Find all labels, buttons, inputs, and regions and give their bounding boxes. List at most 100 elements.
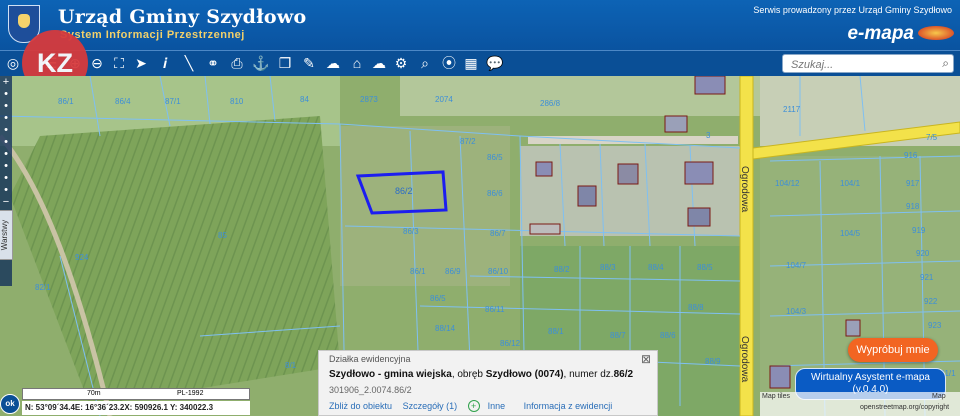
ok-button[interactable]: ok xyxy=(0,394,20,414)
parcel-label: 86/10 xyxy=(488,267,509,276)
search-map-icon[interactable]: ⌕ xyxy=(416,54,434,72)
zoom-level-dot[interactable]: • xyxy=(0,172,12,184)
parcel-label: 104/3 xyxy=(786,307,807,316)
parcel-label: 2873 xyxy=(360,95,378,104)
settings-icon[interactable]: ⚙ xyxy=(392,54,410,72)
popup-district: Szydłowo (0074) xyxy=(485,369,564,380)
map-attribution: Map tiles Map openstreetmap.org/copyrigh… xyxy=(760,392,960,416)
coordinates-readout: N: 53°09´34.4E: 16°36´23.2X: 590926.1 Y:… xyxy=(22,401,250,415)
parcel-label: 86/4 xyxy=(115,97,131,106)
parcel-label: 104/1 xyxy=(840,179,861,188)
zoom-level-dot[interactable]: • xyxy=(0,100,12,112)
parcel-label: 86/2 xyxy=(395,186,413,196)
parcel-label: 917 xyxy=(906,179,920,188)
register-info-link[interactable]: Informacja z ewidencji xyxy=(524,401,613,411)
parcel-label: 916 xyxy=(904,151,918,160)
search-icon[interactable]: ⌕ xyxy=(942,56,949,71)
print-icon[interactable]: ⎙ xyxy=(228,54,246,72)
globe-icon[interactable]: ◎ xyxy=(4,54,22,72)
scale-bar: 70m PL-1992 xyxy=(22,388,250,400)
parcel-label: 88/4 xyxy=(648,263,664,272)
parcel-label: 86/5 xyxy=(487,153,503,162)
popup-district-prefix: , obręb xyxy=(451,369,486,380)
try-me-button[interactable]: Wypróbuj mnie xyxy=(848,338,938,362)
info-icon[interactable]: 𝒊 xyxy=(156,54,174,72)
field-center xyxy=(340,126,510,286)
chat-icon[interactable]: 💬 xyxy=(486,54,504,72)
copy-icon[interactable]: ❐ xyxy=(276,54,294,72)
comment-icon[interactable]: ☁ xyxy=(324,54,342,72)
attribution-link[interactable]: openstreetmap.org/copyright xyxy=(860,404,949,411)
parcel-label: 923 xyxy=(928,321,942,330)
parcel-label: 86/12 xyxy=(500,339,521,348)
popup-links: Zbliż do obiektu Szczegóły (1) + Inne Inf… xyxy=(329,400,620,412)
parcel-label: 104/12 xyxy=(775,179,800,188)
popup-number-prefix: , numer dz. xyxy=(563,369,614,380)
parcel-label: 85 xyxy=(218,231,227,240)
parcel-label: 82/1 xyxy=(35,283,51,292)
layers-tab[interactable]: Warstwy xyxy=(0,210,13,260)
zoom-to-object-link[interactable]: Zbliż do obiektu xyxy=(329,401,392,411)
parcel-label: 810 xyxy=(230,97,244,106)
parcel-label: 104/5 xyxy=(840,229,861,238)
edit-icon[interactable]: ✎ xyxy=(300,54,318,72)
zoom-level-dot[interactable]: • xyxy=(0,184,12,196)
zoom-level-dot[interactable]: • xyxy=(0,136,12,148)
cloud-icon[interactable]: ⌂ xyxy=(348,54,366,72)
toolbar: ◎ ☰ ⊕ ⊖ ⛶ ➤ 𝒊 ╲ ⚭ ⎙ ⚓ ❐ ✎ ☁ ⌂ ☁ ⚙ ⌕ ⦿ ▦ … xyxy=(0,50,960,77)
close-icon[interactable]: ⊠ xyxy=(641,352,651,366)
parcel-label: 87/2 xyxy=(460,137,476,146)
parcel-label: 86/11 xyxy=(485,305,505,314)
parcel-label: 88/2 xyxy=(554,265,570,274)
app-title: Urząd Gminy Szydłowo xyxy=(58,6,307,28)
zoom-level-dot[interactable]: • xyxy=(0,112,12,124)
parcel-label: 88/5 xyxy=(697,263,713,272)
parcel-label: 84 xyxy=(300,95,309,104)
other-link[interactable]: + Inne xyxy=(467,400,514,412)
emapa-brand: e-mapa xyxy=(847,23,914,44)
attribution-map: Map xyxy=(932,393,946,400)
crs-label: PL-1992 xyxy=(177,390,204,397)
zoom-out-icon[interactable]: ⊖ xyxy=(88,54,106,72)
legend-icon[interactable]: ▦ xyxy=(462,54,480,72)
search-box[interactable]: ⌕ xyxy=(782,54,954,73)
other-link-label: Inne xyxy=(487,401,506,411)
details-link[interactable]: Szczegóły (1) xyxy=(403,401,458,411)
parcel-label: 920 xyxy=(916,249,930,258)
parcel-label: 286/8 xyxy=(540,99,561,108)
pointer-icon[interactable]: ➤ xyxy=(132,54,150,72)
zoom-plus-button[interactable]: + xyxy=(0,76,12,88)
parcel-label: 86/1 xyxy=(58,97,74,106)
measure-distance-icon[interactable]: ╲ xyxy=(180,54,198,72)
parcel-label: 3 xyxy=(706,131,711,140)
parcel-label: 7/5 xyxy=(926,133,938,142)
marker-icon[interactable]: ⦿ xyxy=(440,54,458,72)
scale-label: 70m xyxy=(87,390,101,397)
popup-description: Szydłowo - gmina wiejska, obręb Szydłowo… xyxy=(329,369,633,380)
parcel-label: 2074 xyxy=(435,95,453,104)
zoom-level-dot[interactable]: • xyxy=(0,160,12,172)
parcel-label: 86/9 xyxy=(445,267,461,276)
parcel-label: 921 xyxy=(920,273,934,282)
zoom-minus-button[interactable]: − xyxy=(0,196,12,208)
search-input[interactable] xyxy=(789,56,933,73)
zoom-level-dot[interactable]: • xyxy=(0,88,12,100)
parcel-label: 86/7 xyxy=(490,229,506,238)
zoom-level-dot[interactable]: • xyxy=(0,148,12,160)
parcel-popup: Działka ewidencyjna ⊠ Szydłowo - gmina w… xyxy=(318,350,658,416)
parcel-label: 88/3 xyxy=(600,263,616,272)
zoom-extent-icon[interactable]: ⛶ xyxy=(110,54,128,72)
parcel-label: 104/7 xyxy=(786,261,807,270)
cloud-download-icon[interactable]: ☁ xyxy=(370,54,388,72)
parcel-label: 919 xyxy=(912,226,926,235)
attribution-tiles: Map tiles xyxy=(762,393,791,400)
zoom-level-dot[interactable]: • xyxy=(0,124,12,136)
anchor-icon[interactable]: ⚓ xyxy=(252,54,270,72)
measure-link-icon[interactable]: ⚭ xyxy=(204,54,222,72)
popup-title: Działka ewidencyjna xyxy=(329,354,411,364)
road-label: Ogrodowa xyxy=(739,166,750,213)
popup-number: 86/2 xyxy=(613,369,634,380)
parcel-label: 88/1 xyxy=(548,327,564,336)
parcel-label: 88/14 xyxy=(435,324,456,333)
service-text: Serwis prowadzony przez Urząd Gminy Szyd… xyxy=(753,5,952,15)
